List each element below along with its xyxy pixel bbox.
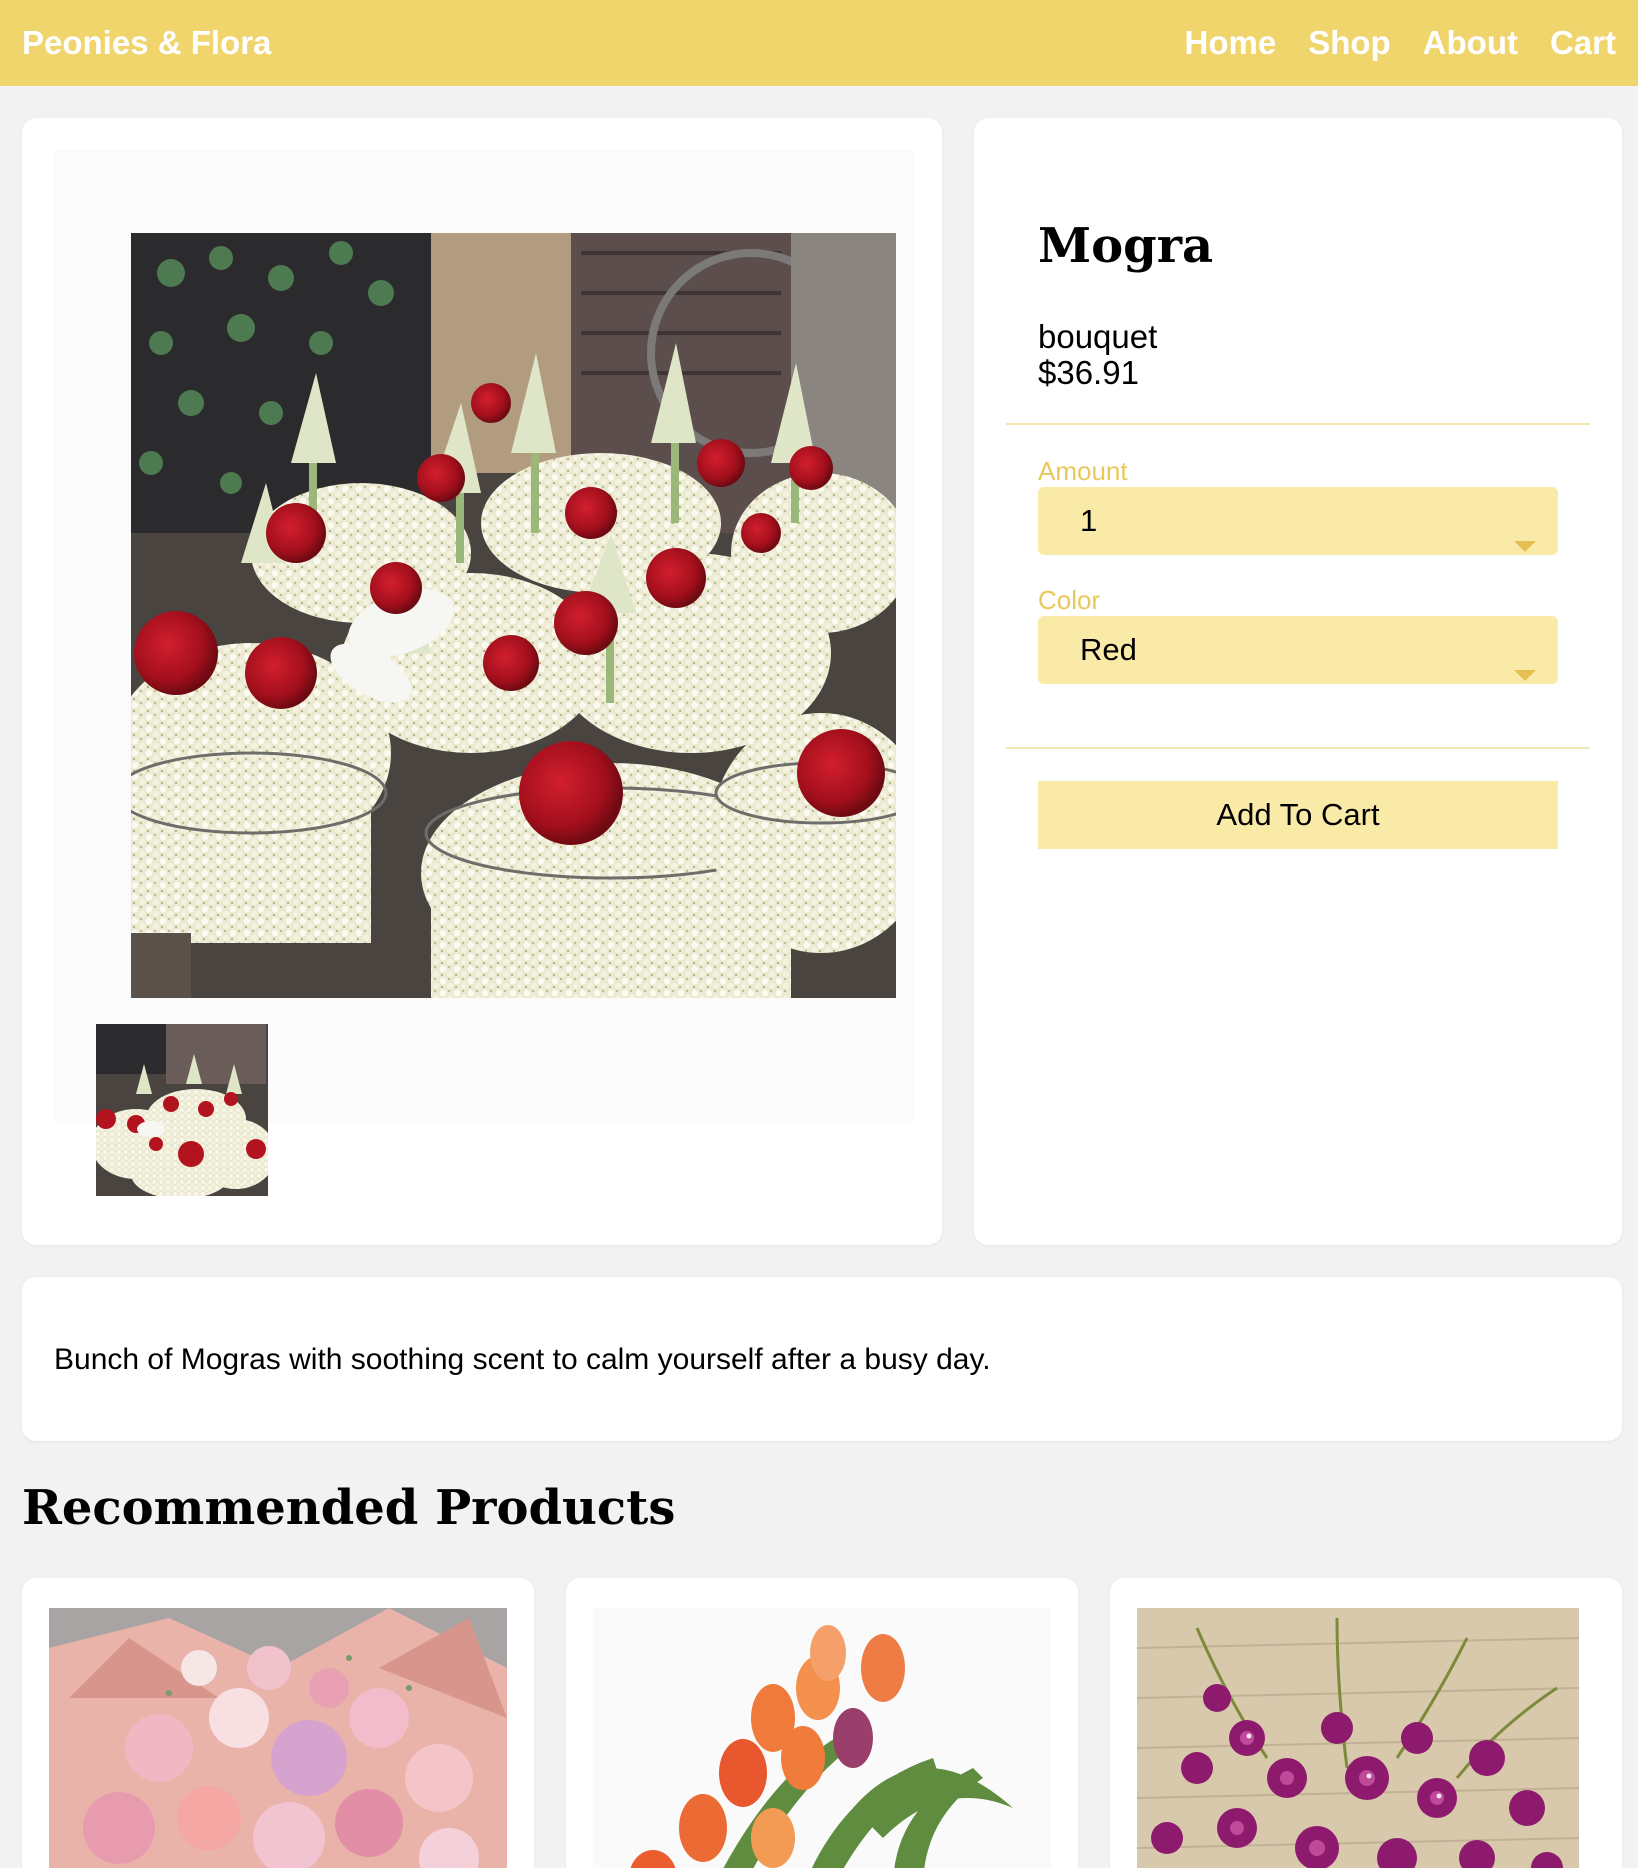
- recommended-card[interactable]: [566, 1578, 1078, 1868]
- chevron-down-icon: [1514, 541, 1536, 552]
- product-thumbnail[interactable]: [96, 1024, 268, 1196]
- site-header: Peonies & Flora Home Shop About Cart: [0, 0, 1638, 86]
- product-main-image: [131, 233, 896, 998]
- color-select-value: Red: [1080, 632, 1137, 667]
- main-nav: Home Shop About Cart: [1185, 24, 1617, 62]
- brand-logo-link[interactable]: Peonies & Flora: [22, 24, 271, 62]
- pink-roses-bouquet-image[interactable]: [49, 1608, 507, 1868]
- divider: [1006, 747, 1590, 749]
- nav-shop[interactable]: Shop: [1308, 24, 1390, 62]
- product-gallery-card: [22, 118, 942, 1245]
- nav-about[interactable]: About: [1423, 24, 1518, 62]
- amount-select[interactable]: 1: [1038, 487, 1558, 555]
- amount-select-value: 1: [1080, 503, 1098, 538]
- main-image-frame: [54, 150, 914, 1123]
- product-details-card: Mogra bouquet $36.91 Amount 1 Color Red …: [974, 118, 1622, 1245]
- orange-tulips-image[interactable]: [593, 1608, 1051, 1868]
- chevron-down-icon: [1514, 670, 1536, 681]
- divider: [1006, 423, 1590, 425]
- color-label: Color: [1038, 585, 1101, 615]
- purple-orchids-image[interactable]: [1137, 1608, 1579, 1868]
- product-description: Bunch of Mogras with soothing scent to c…: [54, 1343, 991, 1376]
- recommended-card[interactable]: [22, 1578, 534, 1868]
- product-description-card: Bunch of Mogras with soothing scent to c…: [22, 1277, 1622, 1441]
- recommended-card[interactable]: [1110, 1578, 1622, 1868]
- recommended-heading: Recommended Products: [22, 1480, 676, 1536]
- amount-label: Amount: [1038, 456, 1128, 486]
- product-price: $36.91: [1038, 354, 1139, 391]
- nav-home[interactable]: Home: [1185, 24, 1277, 62]
- color-select[interactable]: Red: [1038, 616, 1558, 684]
- nav-cart[interactable]: Cart: [1550, 24, 1616, 62]
- add-to-cart-button[interactable]: Add To Cart: [1038, 781, 1558, 849]
- product-type: bouquet: [1038, 318, 1158, 355]
- product-title: Mogra: [1038, 218, 1214, 274]
